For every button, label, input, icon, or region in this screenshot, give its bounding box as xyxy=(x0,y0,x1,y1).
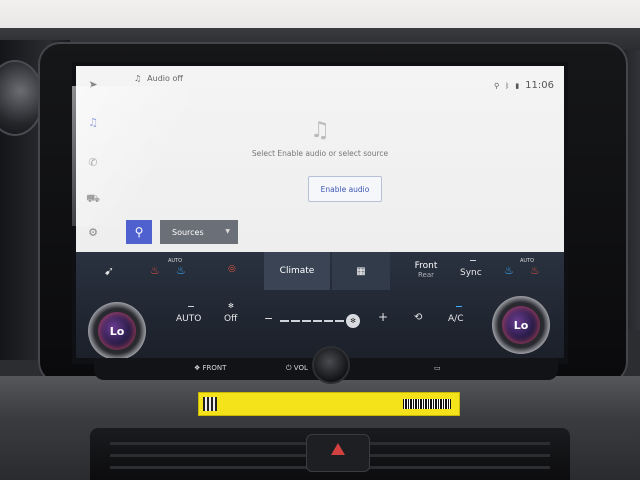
clock: 11:06 xyxy=(525,80,554,91)
fan-speed-slider[interactable] xyxy=(280,320,344,322)
settings-icon[interactable]: ⚙ xyxy=(86,226,100,240)
fan-increase-button[interactable]: + xyxy=(378,310,388,324)
auto-indicator xyxy=(188,306,194,307)
ac-button[interactable]: A/C xyxy=(448,314,463,324)
fan-decrease-button[interactable]: − xyxy=(264,312,273,325)
audio-status: Audio off xyxy=(147,74,183,83)
power-icon: ⏻ xyxy=(286,364,292,372)
info-sticker xyxy=(198,392,460,416)
audio-message: Select Enable audio or select source xyxy=(251,149,389,158)
side-nav: ➤ ♫ ✆ ⛟ ⚙ xyxy=(76,76,110,246)
signal-icon: ⚲ xyxy=(493,81,500,90)
rear-label: Rear xyxy=(417,271,435,279)
barcode-icon xyxy=(403,399,451,409)
grid-icon: ▦ xyxy=(356,265,366,277)
audio-display: ♫ Audio off ⚲ ᛒ ▮ 11:06 ➤ ♫ ✆ ⛟ ⚙ ♫ Sele… xyxy=(72,66,564,252)
bluetooth-icon: ᛒ xyxy=(505,81,510,90)
sync-indicator xyxy=(470,260,476,261)
tab-climate[interactable]: Climate xyxy=(264,252,330,290)
volume-knob[interactable] xyxy=(312,346,350,384)
climate-tab-label: Climate xyxy=(279,266,315,276)
hazard-button[interactable] xyxy=(306,434,370,472)
climate-bar: ➹ ♨ AUTO ♨ ◎ Climate ▦ Front Rear Sync ♨… xyxy=(76,252,564,358)
seat-heat-left-icon[interactable]: ♨ xyxy=(150,264,160,277)
hazard-icon xyxy=(331,443,345,455)
steering-heat-icon[interactable]: ◎ xyxy=(228,264,236,274)
volume-label-group: ⏻ VOL xyxy=(286,364,308,373)
tab-grid[interactable]: ▦ xyxy=(332,252,390,290)
sync-button[interactable]: Sync xyxy=(460,268,482,278)
auto-button[interactable]: AUTO xyxy=(176,314,201,324)
recirculation-icon[interactable]: ⟲ xyxy=(414,312,422,323)
fan-off-button[interactable]: Off xyxy=(224,314,237,324)
front-defrost-label: FRONT xyxy=(202,364,227,372)
defrost-icon: ❖ xyxy=(194,364,201,372)
seat-vent-left-icon[interactable]: ♨ xyxy=(176,264,186,277)
status-bar-left: ♫ Audio off xyxy=(134,74,183,83)
fan-icon: ✻ xyxy=(228,302,234,310)
front-defrost-button[interactable]: ❖ FRONT xyxy=(194,364,226,372)
chevron-down-icon: ▼ xyxy=(225,228,230,235)
search-icon: ⚲ xyxy=(134,225,144,239)
front-rear-toggle[interactable]: Front Rear xyxy=(404,261,448,279)
network-icon: ▮ xyxy=(515,81,520,90)
search-button[interactable]: ⚲ xyxy=(126,220,152,244)
ac-indicator xyxy=(456,306,462,307)
airflow-mode-icon[interactable]: ➹ xyxy=(104,264,114,278)
seat-vent-right-icon[interactable]: ♨ xyxy=(504,264,514,277)
right-temp-knob[interactable]: Lo xyxy=(492,296,550,354)
fan-slider-handle[interactable]: ✻ xyxy=(346,314,360,328)
empty-audio-state: ♫ Select Enable audio or select source xyxy=(76,118,564,158)
rear-defrost-icon: ▭ xyxy=(434,364,441,372)
qr-code-icon xyxy=(203,397,217,411)
car-icon[interactable]: ⛟ xyxy=(86,192,100,206)
left-temp-value: Lo xyxy=(98,312,136,350)
front-label: Front xyxy=(414,261,438,271)
music-note-icon: ♫ xyxy=(134,74,142,83)
music-note-large-icon: ♫ xyxy=(310,118,330,143)
status-bar-right: ⚲ ᛒ ▮ 11:06 xyxy=(494,80,554,91)
rear-defrost-button[interactable]: ▭ xyxy=(434,364,441,372)
right-temp-value: Lo xyxy=(502,306,540,344)
navigation-icon[interactable]: ➤ xyxy=(86,78,100,92)
volume-label: VOL xyxy=(293,364,308,372)
sources-label: Sources xyxy=(172,227,204,237)
enable-audio-button[interactable]: Enable audio xyxy=(308,176,382,202)
climate-row-top: ➹ ♨ AUTO ♨ ◎ Climate ▦ Front Rear Sync ♨… xyxy=(76,252,564,290)
phone-icon[interactable]: ✆ xyxy=(86,156,100,170)
climate-row-bottom: AUTO ✻ Off − ✻ + ⟲ A/C xyxy=(76,294,564,354)
sources-button[interactable]: Sources ▼ xyxy=(160,220,238,244)
left-temp-knob[interactable]: Lo xyxy=(88,302,146,360)
seat-heat-right-icon[interactable]: ♨ xyxy=(530,264,540,277)
